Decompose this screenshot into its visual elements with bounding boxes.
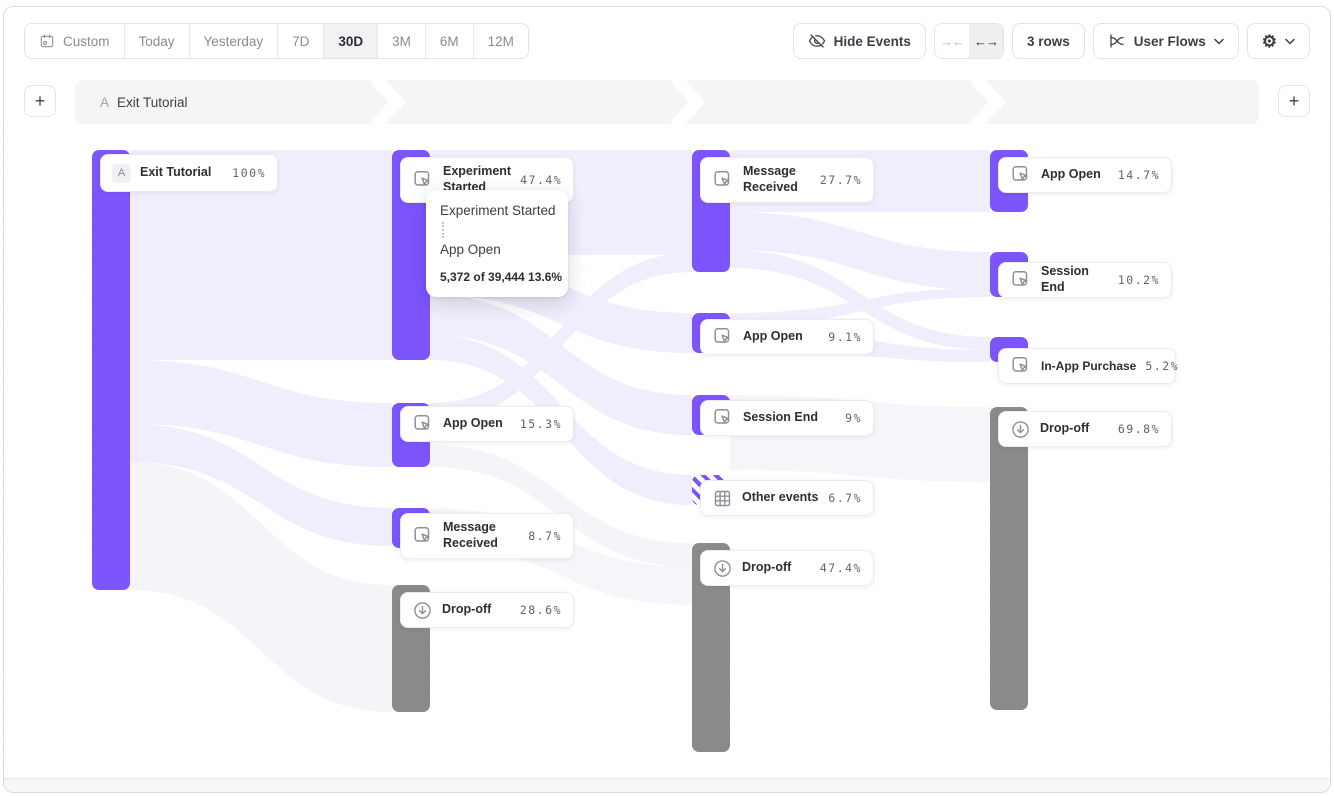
event-icon [1010, 355, 1032, 377]
event-icon [1010, 164, 1032, 186]
tooltip-stat: 5,372 of 39,444 13.6% [440, 270, 554, 284]
node-card-app-open-3[interactable]: App Open 9.1% [700, 319, 874, 355]
grid-icon [712, 488, 733, 509]
event-icon [712, 407, 734, 429]
event-icon [712, 326, 734, 348]
event-icon [412, 413, 434, 435]
node-card-dropoff-3[interactable]: Drop-off 47.4% [700, 550, 874, 586]
user-flows-page: Custom Today Yesterday 7D 30D 3M 6M 12M … [0, 0, 1334, 796]
node-card-app-open-4[interactable]: App Open 14.7% [998, 157, 1172, 193]
dropoff-icon [412, 600, 433, 621]
node-card-app-open-2[interactable]: App Open 15.3% [400, 406, 574, 442]
dropoff-icon [1010, 419, 1031, 440]
node-card-dropoff-4[interactable]: Drop-off 69.8% [998, 411, 1172, 447]
event-icon [412, 169, 434, 191]
event-icon [712, 169, 734, 191]
dropoff-icon [712, 558, 733, 579]
flow-tooltip: Experiment Started App Open 5,372 of 39,… [426, 190, 568, 297]
flow-links [0, 0, 1334, 796]
node-bar-dropoff-4[interactable] [990, 407, 1028, 710]
event-icon [412, 525, 434, 547]
node-card-in-app-purchase-4[interactable]: In-App Purchase 5.2% [998, 348, 1176, 384]
node-card-session-end-3[interactable]: Session End 9% [700, 400, 874, 436]
tooltip-target-event: App Open [440, 242, 554, 257]
node-card-exit-tutorial[interactable]: A Exit Tutorial 100% [100, 154, 278, 192]
tooltip-source-event: Experiment Started [440, 203, 554, 218]
node-card-message-received-3[interactable]: Message Received 27.7% [700, 157, 874, 203]
footer-strip [4, 778, 1330, 792]
step-a-badge: A [112, 164, 131, 183]
tooltip-connector [442, 222, 554, 238]
node-card-message-received-2[interactable]: Message Received 8.7% [400, 513, 574, 559]
event-icon [1010, 269, 1032, 291]
node-bar-exit-tutorial[interactable] [92, 150, 130, 590]
node-card-other-events-3[interactable]: Other events 6.7% [700, 480, 874, 516]
user-flows-chart [0, 124, 1334, 778]
node-card-dropoff-2[interactable]: Drop-off 28.6% [400, 592, 574, 628]
node-card-session-end-4[interactable]: Session End 10.2% [998, 262, 1172, 298]
